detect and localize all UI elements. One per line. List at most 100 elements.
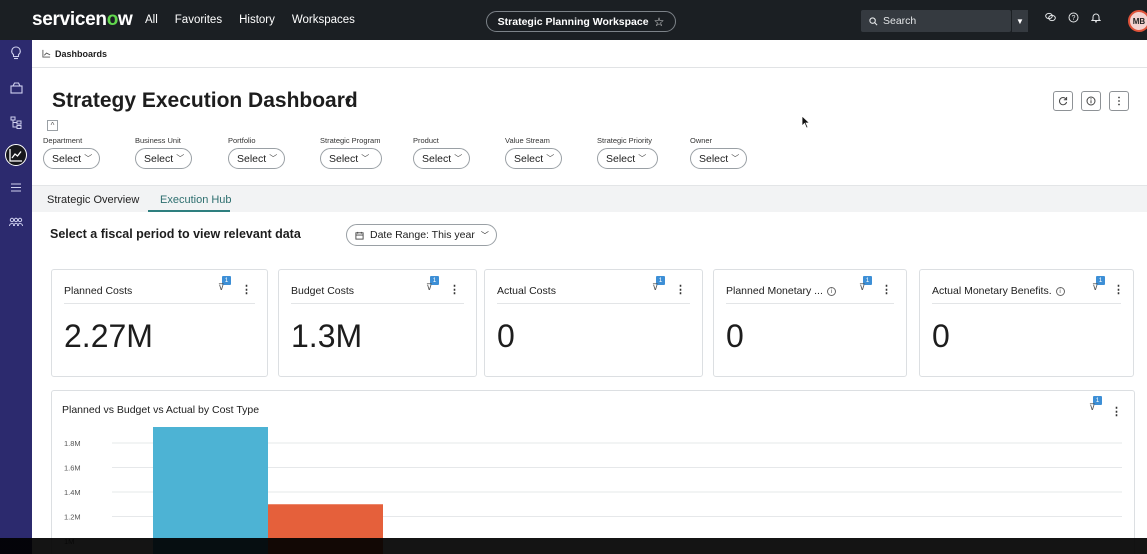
dashboard-chart-icon[interactable]	[5, 144, 27, 166]
chevron-down-icon: ﹀	[176, 154, 185, 163]
info-icon	[1086, 96, 1096, 106]
chart-title: Planned vs Budget vs Actual by Cost Type	[62, 404, 260, 416]
portfolio-select[interactable]: Select ﹀	[228, 148, 285, 169]
strategic-program-select[interactable]: Select ﹀	[320, 148, 382, 169]
date-range-selector[interactable]: Date Range: This year ﹀	[346, 224, 497, 246]
kpi-value: 0	[932, 318, 950, 354]
nav-link-history[interactable]: History	[239, 14, 275, 26]
filter-indicator[interactable]: 1 ⊽	[652, 276, 666, 292]
chevron-down-icon: ﹀	[480, 230, 489, 240]
lightbulb-icon[interactable]	[0, 46, 32, 63]
owner-select[interactable]: Select ﹀	[690, 148, 747, 169]
global-search-input[interactable]: Search	[861, 10, 1011, 32]
chart-line-icon	[42, 49, 51, 58]
bar-0	[153, 427, 268, 554]
filter-indicator[interactable]: 1 ⊽	[1089, 396, 1103, 412]
inbox-icon[interactable]	[0, 82, 32, 97]
star-icon[interactable]: ☆	[654, 15, 665, 29]
search-placeholder: Search	[883, 15, 917, 27]
kpi-card-actual-monetary-benefits: Actual Monetary Benefits. i 1 ⊽ ⋮ 0	[919, 269, 1134, 377]
help-icon[interactable]: ?	[1065, 12, 1081, 26]
chevron-down-icon: ﹀	[84, 154, 93, 163]
kpi-value: 2.27M	[64, 318, 153, 354]
collapse-filters-button[interactable]: ^	[47, 120, 58, 131]
filter-department: Department Select ﹀	[43, 136, 100, 169]
funnel-icon: ⊽	[1089, 402, 1096, 412]
bottom-edge	[0, 538, 1147, 554]
funnel-icon: ⊽	[859, 282, 866, 292]
kpi-title: Actual Monetary Benefits. i	[932, 285, 1065, 297]
nav-link-favorites[interactable]: Favorites	[175, 14, 222, 26]
info-icon[interactable]: i	[826, 287, 836, 296]
mouse-cursor-icon	[801, 115, 811, 129]
value-stream-select[interactable]: Select ﹀	[505, 148, 562, 169]
kebab-menu-icon[interactable]: ⋮	[675, 283, 686, 296]
y-tick-label: 1.6M	[64, 464, 81, 473]
filter-indicator[interactable]: 1 ⊽	[1092, 276, 1106, 292]
chevron-down-icon[interactable]: ▾	[345, 94, 351, 108]
kpi-card-planned-costs: Planned Costs 1 ⊽ ⋮ 2.27M	[51, 269, 268, 377]
svg-text:?: ?	[1071, 15, 1075, 22]
chevron-down-icon: ﹀	[454, 154, 463, 163]
kpi-title: Budget Costs	[291, 285, 355, 297]
kpi-value: 0	[497, 318, 515, 354]
page-title: Strategy Execution Dashboard	[52, 89, 358, 112]
info-icon[interactable]: i	[1055, 287, 1065, 296]
filter-indicator[interactable]: 1 ⊽	[218, 276, 232, 292]
product-select[interactable]: Select ﹀	[413, 148, 470, 169]
cost-type-chart-card: Planned vs Budget vs Actual by Cost Type…	[51, 390, 1135, 554]
search-scope-dropdown[interactable]: ▼	[1012, 10, 1028, 32]
notification-bell-icon[interactable]	[1088, 12, 1104, 26]
users-group-icon[interactable]	[0, 215, 32, 230]
workspace-name: Strategic Planning Workspace	[497, 15, 649, 28]
active-tab-indicator	[148, 210, 230, 212]
refresh-button[interactable]	[1053, 91, 1073, 111]
hierarchy-icon[interactable]	[0, 116, 32, 132]
filter-owner: Owner Select ﹀	[690, 136, 747, 169]
nav-link-workspaces[interactable]: Workspaces	[292, 14, 355, 26]
main-content: Dashboards Strategy Execution Dashboard …	[32, 40, 1147, 554]
user-avatar[interactable]: MB	[1128, 10, 1147, 32]
chevron-down-icon: ﹀	[361, 154, 370, 163]
breadcrumb: Dashboards	[32, 40, 1147, 68]
y-tick-label: 1.2M	[64, 513, 81, 522]
workspace-selector[interactable]: Strategic Planning Workspace ☆	[486, 11, 676, 32]
y-tick-label: 1.4M	[64, 488, 81, 497]
more-options-button[interactable]	[1109, 91, 1129, 111]
filter-label: Strategic Priority	[597, 136, 653, 145]
kpi-title: Planned Monetary ... i	[726, 285, 836, 297]
tab-strategic-overview[interactable]: Strategic Overview	[47, 194, 139, 206]
kebab-menu-icon[interactable]: ⋮	[241, 283, 252, 296]
kpi-value: 1.3M	[291, 318, 363, 354]
business-unit-select[interactable]: Select ﹀	[135, 148, 192, 169]
list-icon[interactable]	[0, 181, 32, 196]
funnel-icon: ⊽	[1092, 282, 1099, 292]
servicenow-logo[interactable]: servicenow	[32, 9, 133, 31]
nav-link-all[interactable]: All	[145, 14, 158, 26]
department-select[interactable]: Select ﹀	[43, 148, 100, 169]
kebab-icon	[1118, 96, 1120, 106]
chat-icon[interactable]	[1042, 12, 1058, 25]
kpi-card-actual-costs: Actual Costs 1 ⊽ ⋮ 0	[484, 269, 703, 377]
tab-execution-hub[interactable]: Execution Hub	[160, 194, 232, 206]
kpi-card-budget-costs: Budget Costs 1 ⊽ ⋮ 1.3M	[278, 269, 477, 377]
search-icon	[869, 16, 878, 25]
filter-strategic-priority: Strategic Priority Select ﹀	[597, 136, 658, 169]
strategic-priority-select[interactable]: Select ﹀	[597, 148, 658, 169]
filter-label: Department	[43, 136, 83, 145]
info-button[interactable]	[1081, 91, 1101, 111]
bar-chart: 1.8M1.6M1.4M1.2M1M	[64, 427, 1122, 554]
breadcrumb-dashboards[interactable]: Dashboards	[55, 49, 107, 59]
kebab-menu-icon[interactable]: ⋮	[1113, 283, 1124, 296]
filter-label: Owner	[690, 136, 713, 145]
filter-label: Strategic Program	[320, 136, 381, 145]
kebab-menu-icon[interactable]: ⋮	[881, 283, 892, 296]
y-tick-label: 1.8M	[64, 439, 81, 448]
kebab-menu-icon[interactable]: ⋮	[1111, 405, 1122, 418]
filter-label: Portfolio	[228, 136, 256, 145]
kebab-menu-icon[interactable]: ⋮	[449, 283, 460, 296]
filter-portfolio: Portfolio Select ﹀	[228, 136, 285, 169]
filter-label: Product	[413, 136, 439, 145]
filter-indicator[interactable]: 1 ⊽	[426, 276, 440, 292]
filter-indicator[interactable]: 1 ⊽	[859, 276, 873, 292]
